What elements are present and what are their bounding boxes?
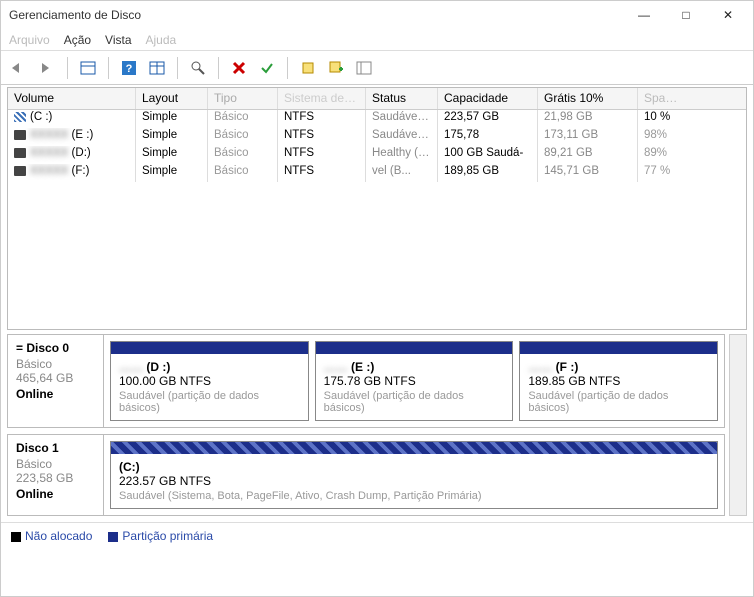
partition-size: 100.00 GB NTFS xyxy=(119,374,300,388)
help-icon[interactable]: ? xyxy=(117,56,141,80)
svg-text:?: ? xyxy=(126,63,133,75)
properties-icon[interactable] xyxy=(352,56,376,80)
partition-status: Saudável (partição de dados básicos) xyxy=(324,390,505,414)
partition-label: …… (E :) xyxy=(324,360,505,374)
menu-vista[interactable]: Vista xyxy=(105,33,131,47)
menu-bar: Arquivo Ação Vista Ajuda xyxy=(1,29,753,51)
partition-stripe xyxy=(520,342,717,354)
disk-name: = Disco 0 xyxy=(16,341,95,355)
partition[interactable]: (C:)223.57 GB NTFS Saudável (Sistema, Bot… xyxy=(110,441,718,509)
toolbar: ? xyxy=(1,51,753,85)
col-status[interactable]: Status xyxy=(366,88,438,109)
disk-name: Disco 1 xyxy=(16,441,95,455)
disk-group: Disco 1 Básico223,58 GB Online (C:)223.57 G… xyxy=(7,434,725,516)
volume-row[interactable]: XXXXX (E :)SimpleBásicoNTFSSaudável (B..… xyxy=(8,128,746,146)
menu-acao[interactable]: Ação xyxy=(64,33,91,47)
partition-stripe xyxy=(111,342,308,354)
window-title: Gerenciamento de Disco xyxy=(9,8,623,22)
partition-status: Saudável (partição de dados básicos) xyxy=(119,390,300,414)
disk-status: Online xyxy=(16,487,95,501)
disk-type: Básico xyxy=(16,357,95,371)
title-bar: Gerenciamento de Disco — □ ✕ xyxy=(1,1,753,29)
menu-arquivo[interactable]: Arquivo xyxy=(9,33,50,47)
legend-primary: Partição primária xyxy=(122,529,213,543)
maximize-button[interactable]: □ xyxy=(665,2,707,28)
partition-label: (C:) xyxy=(119,460,709,474)
disk-side: Disco 1 Básico223,58 GB Online xyxy=(8,435,104,515)
partition-size: 175.78 GB NTFS xyxy=(324,374,505,388)
disk-status: Online xyxy=(16,387,95,401)
col-volume[interactable]: Volume xyxy=(8,88,136,109)
partition-size: 223.57 GB NTFS xyxy=(119,474,709,488)
close-button[interactable]: ✕ xyxy=(707,2,749,28)
partition-size: 189.85 GB NTFS xyxy=(528,374,709,388)
menu-ajuda[interactable]: Ajuda xyxy=(146,33,177,47)
legend-primary-swatch xyxy=(108,532,118,542)
volume-row[interactable]: XXXXX (D:)SimpleBásicoNTFSHealthy (B...1… xyxy=(8,146,746,164)
partition-stripe xyxy=(316,342,513,354)
col-fs[interactable]: Sistema de arquivo xyxy=(278,88,366,109)
forward-button[interactable] xyxy=(35,56,59,80)
search-icon[interactable] xyxy=(186,56,210,80)
col-pct[interactable]: Spaço Grátis xyxy=(638,88,688,109)
partition-status: Saudável (partição de dados básicos) xyxy=(528,390,709,414)
volume-row[interactable]: (C :)SimpleBásicoNTFSSaudável (S...223,5… xyxy=(8,110,746,128)
back-button[interactable] xyxy=(7,56,31,80)
col-cap[interactable]: Capacidade xyxy=(438,88,538,109)
disk-group: = Disco 0 Básico465,64 GB Online …… (D :)10… xyxy=(7,334,725,428)
legend-unalloc-swatch xyxy=(11,532,21,542)
disk-capacity: 465,64 GB xyxy=(16,371,95,385)
new-plus-icon[interactable] xyxy=(324,56,348,80)
legend-unalloc: Não alocado xyxy=(25,529,92,543)
partition-label: …… (F :) xyxy=(528,360,709,374)
col-tipo[interactable]: Tipo xyxy=(208,88,278,109)
volume-list[interactable]: Volume Layout Tipo Sistema de arquivo St… xyxy=(7,87,747,330)
partition[interactable]: …… (D :)100.00 GB NTFS Saudável (partição… xyxy=(110,341,309,421)
volume-header: Volume Layout Tipo Sistema de arquivo St… xyxy=(8,88,746,110)
new-icon[interactable] xyxy=(296,56,320,80)
volume-row[interactable]: XXXXX (F:)SimpleBásicoNTFSvel (B...189,8… xyxy=(8,164,746,182)
delete-icon[interactable] xyxy=(227,56,251,80)
partition[interactable]: …… (F :)189.85 GB NTFS Saudável (partição… xyxy=(519,341,718,421)
view-icon[interactable] xyxy=(76,56,100,80)
minimize-button[interactable]: — xyxy=(623,2,665,28)
disk-capacity: 223,58 GB xyxy=(16,471,95,485)
disk-side: = Disco 0 Básico465,64 GB Online xyxy=(8,335,104,427)
partition-label: …… (D :) xyxy=(119,360,300,374)
disk-type: Básico xyxy=(16,457,95,471)
disk-body: (C:)223.57 GB NTFS Saudável (Sistema, Bot… xyxy=(104,435,724,515)
check-icon[interactable] xyxy=(255,56,279,80)
col-free[interactable]: Grátis 10% xyxy=(538,88,638,109)
partition-status: Saudável (Sistema, Bota, PageFile, Ativo… xyxy=(119,490,709,502)
scrollbar[interactable] xyxy=(729,334,747,516)
col-layout[interactable]: Layout xyxy=(136,88,208,109)
partition-stripe xyxy=(111,442,717,454)
legend: Não alocado Partição primária xyxy=(1,522,753,549)
partition[interactable]: …… (E :)175.78 GB NTFS Saudável (partição… xyxy=(315,341,514,421)
calendar-icon[interactable] xyxy=(145,56,169,80)
disk-body: …… (D :)100.00 GB NTFS Saudável (partição… xyxy=(104,335,724,427)
